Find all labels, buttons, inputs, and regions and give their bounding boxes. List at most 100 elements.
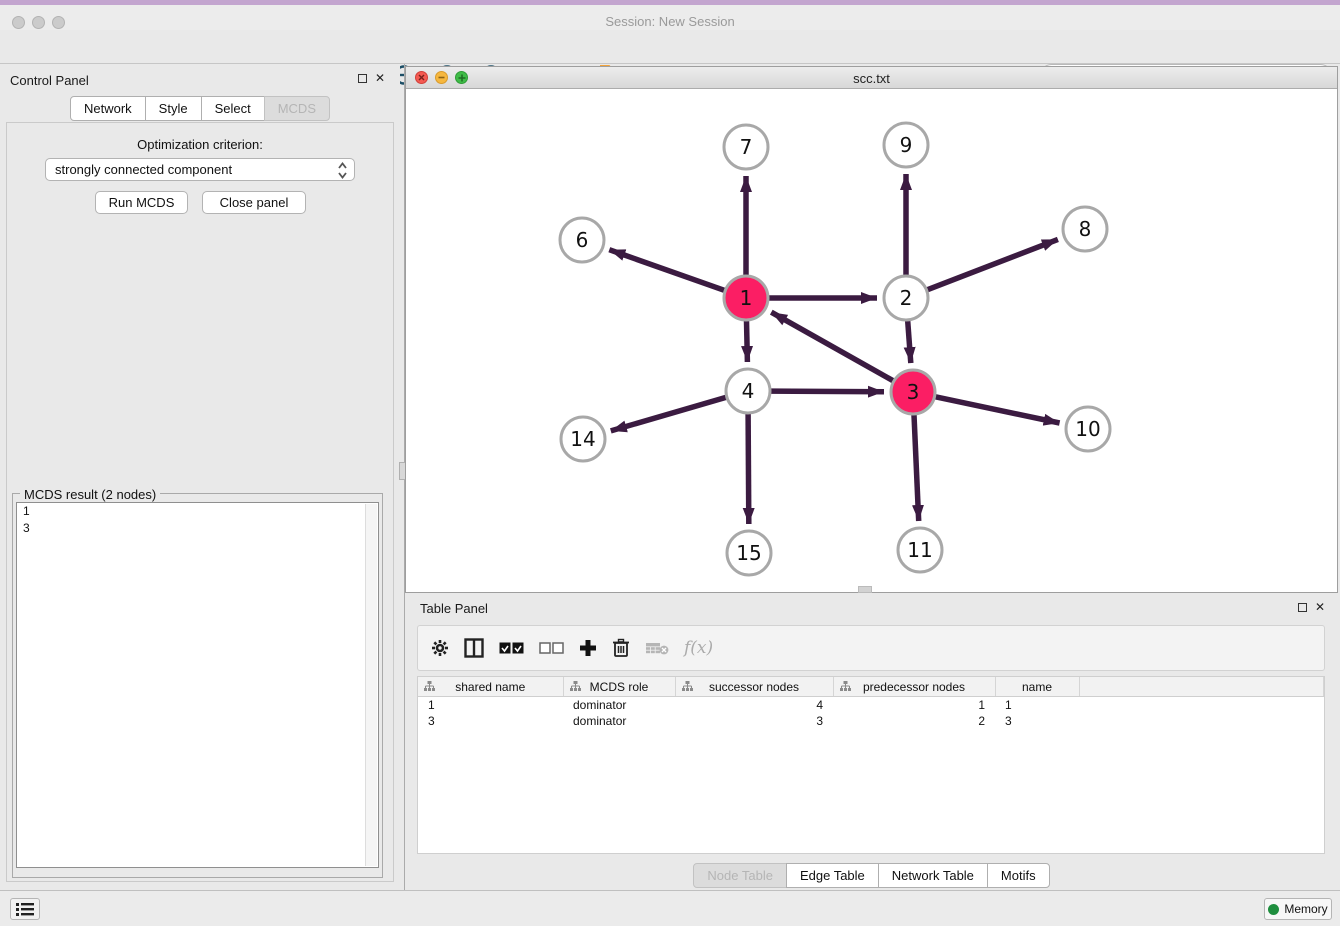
control-panel-tabs: Network Style Select MCDS (0, 96, 400, 121)
float-table-panel-icon[interactable] (1298, 603, 1307, 612)
tab-motifs[interactable]: Motifs (987, 863, 1050, 888)
table-header-row: shared name MCDS role successor nodes pr… (418, 677, 1324, 697)
svg-text:9: 9 (900, 133, 913, 157)
task-history-button[interactable] (10, 898, 40, 920)
cell-shared-name[interactable]: 3 (418, 713, 563, 729)
main-toolbar (0, 30, 1340, 64)
delete-table-icon[interactable] (645, 640, 669, 656)
svg-text:3: 3 (907, 380, 920, 404)
delete-columns-icon[interactable] (612, 638, 630, 658)
tab-style[interactable]: Style (145, 96, 202, 121)
select-all-rows-icon[interactable] (499, 642, 524, 654)
float-panel-icon[interactable] (358, 74, 367, 83)
edge-4-to-3[interactable] (771, 391, 884, 392)
graph-node-6[interactable]: 6 (560, 218, 604, 262)
cell-predecessor-nodes[interactable]: 1 (833, 697, 995, 714)
run-mcds-button[interactable]: Run MCDS (95, 191, 188, 214)
graph-node-14[interactable]: 14 (561, 417, 605, 461)
svg-text:2: 2 (900, 286, 913, 310)
graph-node-3[interactable]: 3 (891, 370, 935, 414)
memory-status-dot (1268, 904, 1279, 915)
criterion-select[interactable]: strongly connected component (45, 158, 355, 181)
edge-2-to-3[interactable] (908, 321, 911, 363)
tab-edge-table[interactable]: Edge Table (786, 863, 879, 888)
edge-1-to-4[interactable] (747, 321, 748, 362)
column-settings-icon[interactable] (431, 639, 449, 657)
edge-3-to-10[interactable] (936, 397, 1060, 423)
cell-mcds-role[interactable]: dominator (563, 697, 675, 714)
criterion-value: strongly connected component (55, 162, 232, 177)
tab-mcds[interactable]: MCDS (264, 96, 330, 121)
svg-text:15: 15 (736, 541, 761, 565)
node-table-grid: shared name MCDS role successor nodes pr… (418, 677, 1324, 729)
table-panel-tabs: Node Table Edge Table Network Table Moti… (405, 863, 1338, 888)
cell-shared-name[interactable]: 1 (418, 697, 563, 714)
table-row[interactable]: 1 dominator 4 1 1 (418, 697, 1324, 714)
apply-function-icon[interactable]: f(x) (684, 638, 713, 658)
edge-4-to-14[interactable] (611, 397, 726, 431)
mcds-result-legend: MCDS result (2 nodes) (20, 487, 160, 502)
table-row[interactable]: 3 dominator 3 2 3 (418, 713, 1324, 729)
graph-node-2[interactable]: 2 (884, 276, 928, 320)
close-table-panel-icon[interactable]: ✕ (1315, 601, 1325, 613)
edge-4-to-15[interactable] (748, 414, 749, 524)
cell-predecessor-nodes[interactable]: 2 (833, 713, 995, 729)
deselect-all-rows-icon[interactable] (539, 642, 564, 654)
graph-node-9[interactable]: 9 (884, 123, 928, 167)
graph-node-15[interactable]: 15 (727, 531, 771, 575)
close-panel-icon[interactable]: ✕ (375, 72, 385, 84)
edge-3-to-1[interactable] (771, 312, 893, 381)
canvas-resize-handle[interactable] (858, 586, 872, 593)
memory-button[interactable]: Memory (1264, 898, 1332, 920)
cell-successor-nodes[interactable]: 3 (675, 713, 833, 729)
svg-text:10: 10 (1075, 417, 1100, 441)
tab-node-table[interactable]: Node Table (693, 863, 787, 888)
window-titlebar[interactable]: Session: New Session (0, 5, 1340, 30)
column-header-shared-name[interactable]: shared name (418, 677, 563, 697)
graph-node-4[interactable]: 4 (726, 369, 770, 413)
application-window: Session: New Session (0, 0, 1340, 926)
tab-network[interactable]: Network (70, 96, 146, 121)
column-header-predecessor-nodes[interactable]: predecessor nodes (833, 677, 995, 697)
cell-mcds-role[interactable]: dominator (563, 713, 675, 729)
svg-text:11: 11 (907, 538, 932, 562)
graph-node-10[interactable]: 10 (1066, 407, 1110, 451)
optimization-criterion-label: Optimization criterion: (6, 137, 394, 152)
mcds-result-box[interactable]: 1 3 (16, 502, 379, 868)
window-title: Session: New Session (0, 14, 1340, 29)
svg-text:7: 7 (740, 135, 753, 159)
svg-text:1: 1 (740, 286, 753, 310)
network-window-titlebar[interactable]: scc.txt (406, 67, 1337, 89)
table-toolbar: f(x) (417, 625, 1325, 671)
graph-node-11[interactable]: 11 (898, 528, 942, 572)
list-icon (16, 902, 34, 916)
tab-select[interactable]: Select (201, 96, 265, 121)
column-header-mcds-role[interactable]: MCDS role (563, 677, 675, 697)
control-panel-title: Control Panel (10, 73, 89, 88)
add-column-icon[interactable] (579, 639, 597, 657)
close-panel-button[interactable]: Close panel (202, 191, 306, 214)
svg-text:6: 6 (576, 228, 589, 252)
graph-node-8[interactable]: 8 (1063, 207, 1107, 251)
column-header-successor-nodes[interactable]: successor nodes (675, 677, 833, 697)
edge-3-to-11[interactable] (914, 415, 919, 521)
cell-name[interactable]: 1 (995, 697, 1079, 714)
graph-node-1[interactable]: 1 (724, 276, 768, 320)
graph-node-7[interactable]: 7 (724, 125, 768, 169)
cell-name[interactable]: 3 (995, 713, 1079, 729)
svg-text:4: 4 (742, 379, 755, 403)
network-canvas[interactable]: 7 9 6 8 1 2 4 3 14 10 15 11 (406, 89, 1337, 592)
cell-successor-nodes[interactable]: 4 (675, 697, 833, 714)
edge-1-to-6[interactable] (609, 250, 724, 291)
column-header-name[interactable]: name (995, 677, 1079, 697)
edge-2-to-8[interactable] (928, 239, 1058, 289)
svg-text:8: 8 (1079, 217, 1092, 241)
column-header-filler (1079, 677, 1324, 697)
svg-text:14: 14 (570, 427, 595, 451)
node-table[interactable]: shared name MCDS role successor nodes pr… (417, 676, 1325, 854)
result-line: 3 (17, 520, 378, 537)
select-stepper-icon (337, 162, 348, 179)
result-scrollbar[interactable] (365, 504, 377, 866)
split-view-icon[interactable] (464, 638, 484, 658)
tab-network-table[interactable]: Network Table (878, 863, 988, 888)
